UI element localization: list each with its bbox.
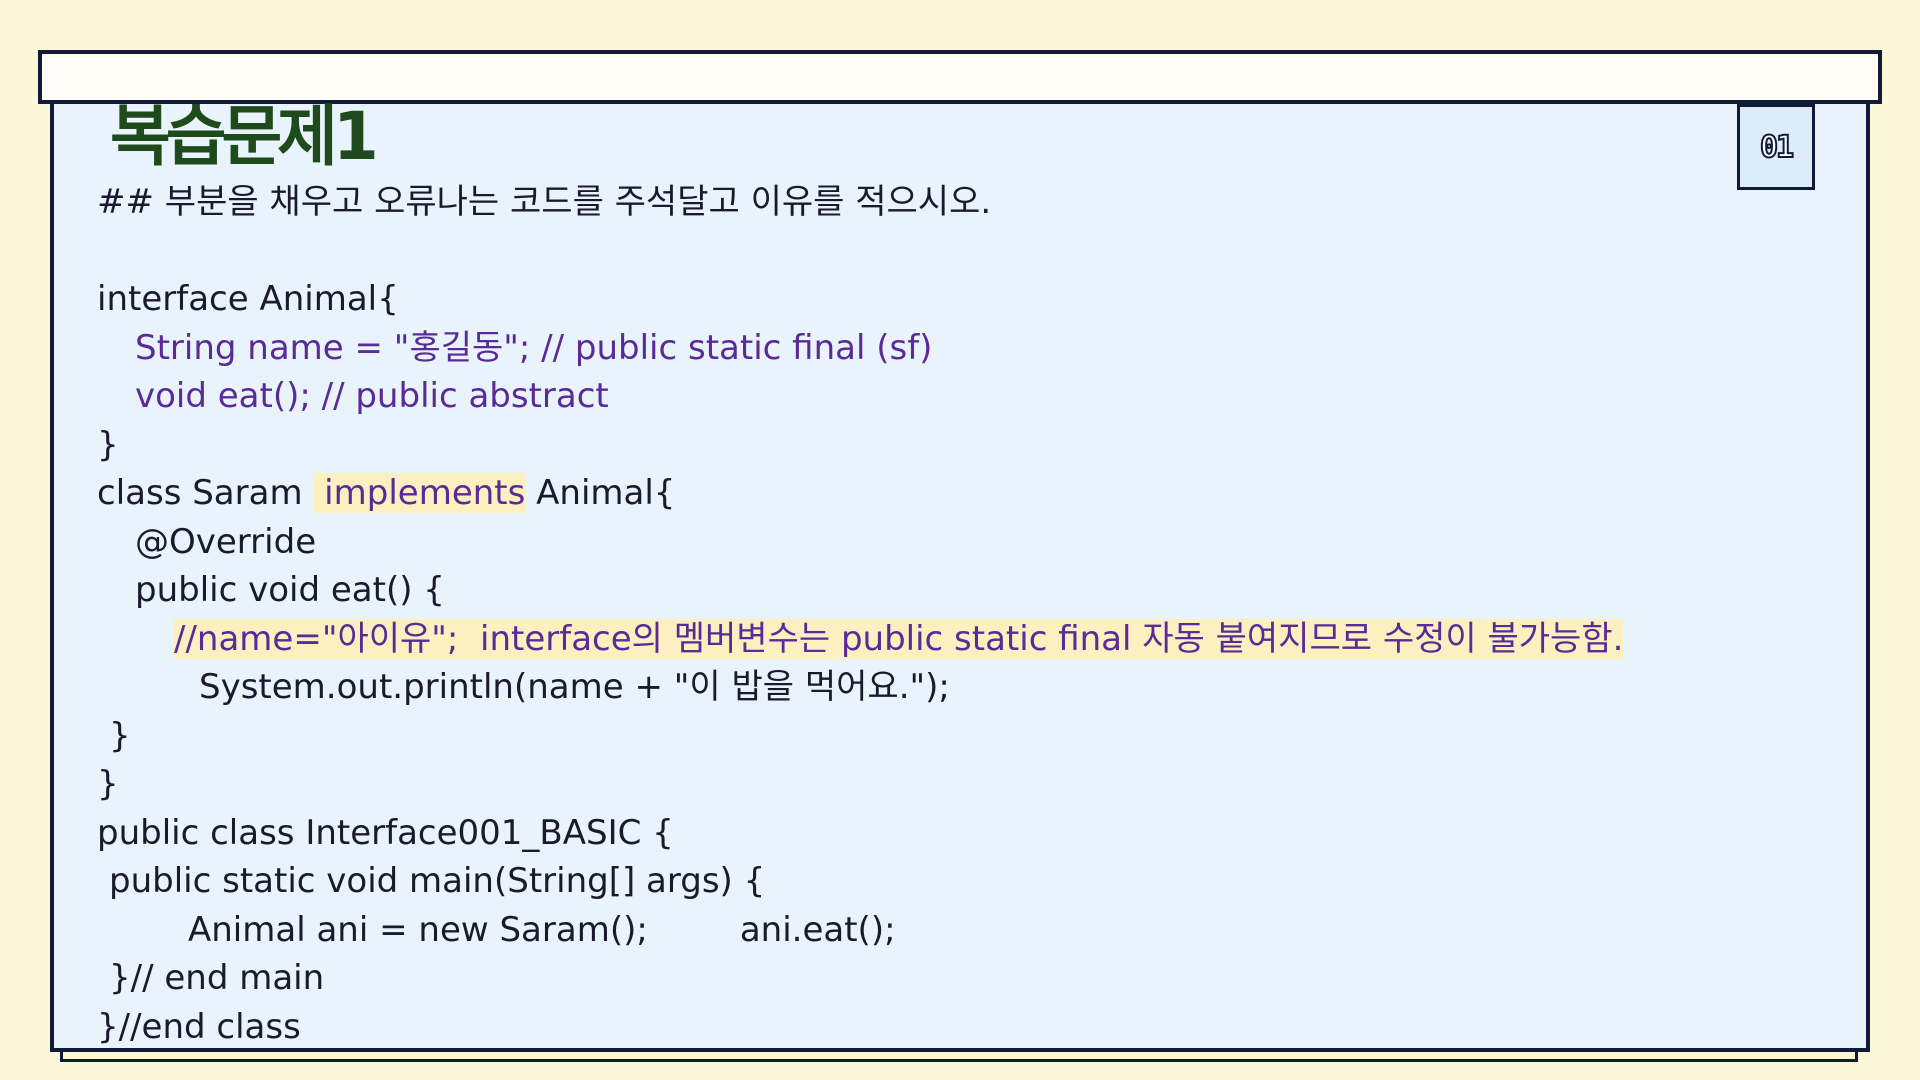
code-line: public void eat() { (135, 570, 445, 610)
code-token: class Saram (97, 473, 314, 513)
code-line: }// end main (109, 958, 325, 998)
code-token: ani.eat(); (739, 909, 896, 950)
highlighted-comment: //name="아이유"; interface의 멤버변수는 public st… (174, 618, 1624, 659)
code-line: }//end class (97, 1006, 301, 1047)
code-line: void eat(); // public abstract (135, 376, 609, 416)
code-line: } (97, 424, 119, 465)
code-line: } (97, 764, 119, 804)
code-line: class Saram implements Animal{ (97, 469, 1817, 518)
code-line: @Override (135, 521, 317, 562)
code-token: Animal{ (525, 473, 676, 513)
code-line: public static void main(String[] args) { (109, 861, 766, 901)
code-line: } (109, 715, 131, 756)
code-line: System.out.println(name + "이 밥을 먹어요."); (199, 667, 950, 707)
highlighted-answer: implements (313, 473, 526, 513)
instruction-text: ## 부분을 채우고 오류나는 코드를 주석달고 이유를 적으시오. (97, 182, 992, 222)
code-line: //name="아이유"; interface의 멤버변수는 public st… (97, 615, 1817, 664)
code-line: public class Interface001_BASIC { (97, 812, 674, 853)
code-token: Animal ani = new Saram(); (188, 909, 648, 950)
slide-title: 복습문제1 (110, 98, 379, 175)
code-line: interface Animal{ (97, 279, 399, 319)
slide-number: 01 (1759, 129, 1795, 166)
code-line: Animal ani = new Saram(); ani.eat(); (97, 906, 1817, 955)
code-block: ## 부분을 채우고 오류나는 코드를 주석달고 이유를 적으시오. inter… (97, 178, 1817, 1051)
code-line: String name = "홍길동"; // public static fi… (135, 327, 933, 368)
